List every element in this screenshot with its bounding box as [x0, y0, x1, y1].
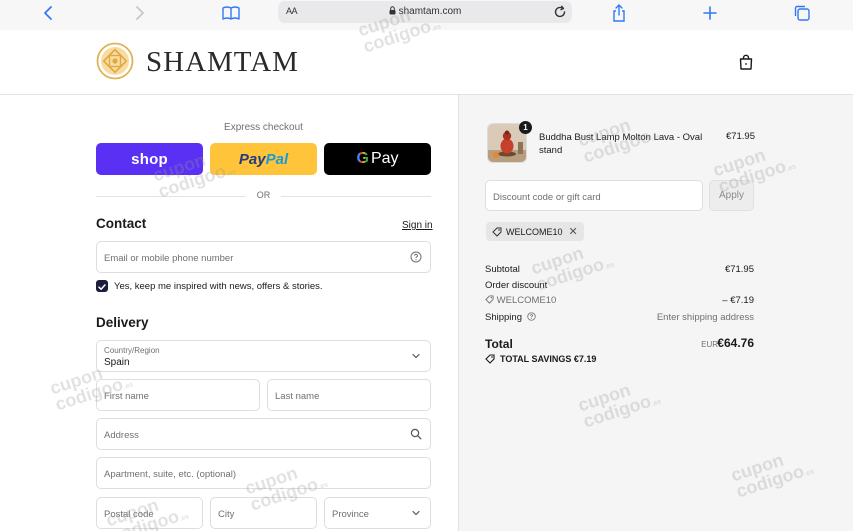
country-value: Spain	[104, 357, 130, 368]
postal-code-placeholder: Postal code	[104, 509, 154, 520]
discount-code-detail: WELCOME10	[485, 295, 556, 306]
subtotal-label: Subtotal	[485, 264, 520, 275]
subtotal-row: Subtotal €71.95	[485, 264, 754, 278]
newsletter-checkbox[interactable]	[96, 280, 108, 292]
applied-discount-chip: WELCOME10 ✕	[486, 222, 584, 241]
discount-value: – €7.19	[722, 295, 754, 306]
total-label: Total	[485, 337, 513, 351]
total-currency: EUR	[701, 340, 718, 349]
back-icon[interactable]	[36, 3, 60, 23]
province-select[interactable]: Province	[324, 497, 431, 529]
address-bar[interactable]: AA shamtam.com	[278, 1, 572, 23]
share-icon[interactable]	[607, 3, 631, 23]
google-g-icon: G	[356, 150, 369, 167]
discount-code-name: WELCOME10	[496, 295, 557, 306]
order-discount-label: Order discount	[485, 280, 548, 291]
apartment-placeholder: Apartment, suite, etc. (optional)	[104, 469, 237, 480]
applied-code-label: WELCOME10	[506, 226, 563, 237]
address-field[interactable]: Address	[96, 418, 431, 450]
new-tab-icon[interactable]	[698, 3, 722, 23]
last-name-placeholder: Last name	[275, 391, 320, 402]
province-placeholder: Province	[332, 509, 369, 520]
first-name-field[interactable]: First name	[96, 379, 260, 411]
store-header: SHAMTAM	[0, 30, 853, 95]
address-placeholder: Address	[104, 430, 139, 441]
shopping-bag-icon[interactable]	[737, 53, 755, 71]
country-select[interactable]: Country/Region Spain	[96, 340, 431, 372]
tag-icon	[485, 354, 495, 364]
google-pay-button[interactable]: G Pay	[324, 143, 431, 175]
express-checkout-title: Express checkout	[224, 122, 303, 133]
postal-code-field[interactable]: Postal code	[96, 497, 203, 529]
search-icon	[410, 428, 422, 440]
email-placeholder: Email or mobile phone number	[104, 253, 234, 264]
bookmarks-icon[interactable]	[219, 3, 243, 23]
shipping-value: Enter shipping address	[656, 312, 754, 323]
email-field[interactable]: Email or mobile phone number	[96, 241, 431, 273]
close-icon[interactable]: ✕	[569, 225, 578, 238]
shop-pay-label: shop	[131, 150, 168, 168]
paypal-button[interactable]: Pay Pal	[210, 143, 317, 175]
savings-label: TOTAL SAVINGS	[500, 354, 572, 364]
order-summary-panel: 1 Buddha Bust Lamp Molton Lava - Oval st…	[459, 95, 853, 531]
savings-value: €7.19	[573, 354, 597, 364]
reload-icon[interactable]	[552, 4, 568, 20]
brand-logo-icon[interactable]	[96, 42, 134, 80]
contact-heading: Contact	[96, 216, 147, 231]
tag-icon	[485, 295, 494, 304]
sign-in-link[interactable]: Sign in	[402, 220, 433, 231]
delivery-heading: Delivery	[96, 315, 149, 330]
shipping-label: Shipping	[485, 312, 522, 323]
discount-code-input[interactable]: Discount code or gift card	[485, 180, 703, 211]
first-name-placeholder: First name	[104, 391, 149, 402]
shop-pay-button[interactable]: shop	[96, 143, 203, 175]
paypal-label-2: Pal	[265, 150, 289, 168]
browser-toolbar: AA shamtam.com	[0, 0, 853, 30]
product-price: €71.95	[725, 131, 755, 142]
info-icon[interactable]	[526, 312, 536, 321]
tag-icon	[492, 227, 502, 237]
chevron-down-icon	[412, 353, 420, 359]
chevron-down-icon	[412, 510, 420, 516]
newsletter-label: Yes, keep me inspired with news, offers …	[114, 281, 323, 292]
brand-name[interactable]: SHAMTAM	[146, 46, 299, 79]
google-pay-label: Pay	[370, 150, 399, 167]
url-text: shamtam.com	[278, 6, 572, 17]
apply-discount-button[interactable]: Apply	[709, 180, 754, 211]
total-savings: TOTAL SAVINGS €7.19	[485, 354, 596, 364]
total-row: Total EUR €64.76	[485, 335, 754, 353]
last-name-field[interactable]: Last name	[267, 379, 431, 411]
check-icon	[98, 284, 106, 290]
tabs-icon[interactable]	[790, 3, 814, 23]
discount-placeholder: Discount code or gift card	[493, 192, 601, 203]
city-field[interactable]: City	[210, 497, 317, 529]
discount-code-row: WELCOME10 – €7.19	[485, 295, 754, 309]
city-placeholder: City	[218, 509, 235, 520]
quantity-badge: 1	[519, 121, 532, 134]
lock-icon	[389, 6, 396, 15]
subtotal-value: €71.95	[724, 264, 754, 275]
or-label: OR	[256, 190, 271, 200]
order-discount-row: Order discount	[485, 280, 754, 294]
checkout-form-panel: Express checkout shop Pay Pal G Pay OR Con…	[0, 95, 459, 531]
country-label: Country/Region	[104, 346, 160, 355]
url-label: shamtam.com	[398, 6, 462, 17]
shipping-row: Shipping Enter shipping address	[485, 312, 754, 326]
help-circle-icon[interactable]	[410, 251, 422, 263]
or-divider: OR	[96, 189, 431, 203]
divider-line-right	[281, 196, 431, 197]
product-name: Buddha Bust Lamp Molton Lava - Oval stan…	[539, 132, 703, 156]
apartment-field[interactable]: Apartment, suite, etc. (optional)	[96, 457, 431, 489]
paypal-label-1: Pay	[238, 150, 266, 168]
total-value: €64.76	[717, 336, 754, 350]
forward-icon[interactable]	[128, 3, 152, 23]
